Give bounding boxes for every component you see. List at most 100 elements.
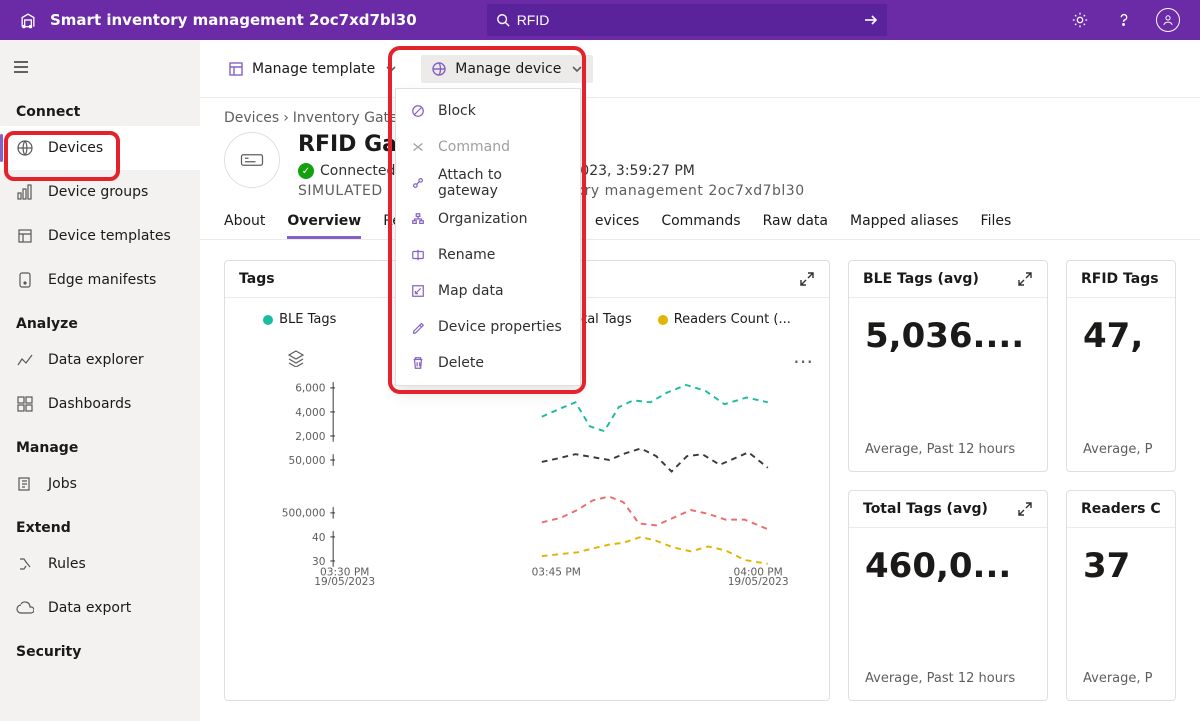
sidebar-item-label: Device groups bbox=[48, 184, 148, 200]
legend-readers[interactable]: Readers Count (... bbox=[658, 312, 791, 327]
rename-icon bbox=[410, 247, 426, 263]
dashboard-icon bbox=[16, 395, 34, 413]
menu-item-command: Command bbox=[396, 129, 580, 165]
chart-icon bbox=[16, 183, 34, 201]
attach-icon bbox=[410, 175, 426, 191]
svg-text:500,000: 500,000 bbox=[282, 508, 326, 520]
explore-icon bbox=[16, 351, 34, 369]
manage-template-label: Manage template bbox=[252, 61, 375, 77]
chevron-down-icon bbox=[571, 63, 583, 75]
sidebar-item-dashboards[interactable]: Dashboards bbox=[0, 382, 200, 426]
org-icon bbox=[410, 211, 426, 227]
kpi-value: 47, bbox=[1067, 298, 1175, 360]
nav-heading-security: Security bbox=[0, 630, 200, 666]
menu-item-block[interactable]: Block bbox=[396, 93, 580, 129]
sidebar-item-label: Data explorer bbox=[48, 352, 144, 368]
tab-rawdata[interactable]: Raw data bbox=[763, 213, 828, 239]
sidebar-item-edge-manifests[interactable]: Edge manifests bbox=[0, 258, 200, 302]
breadcrumb-devices[interactable]: Devices bbox=[224, 110, 279, 126]
nav-heading-analyze: Analyze bbox=[0, 302, 200, 338]
sidebar-item-label: Rules bbox=[48, 556, 86, 572]
svg-text:19/05/2023: 19/05/2023 bbox=[314, 576, 375, 585]
tabs: About Overview Re evices Commands Raw da… bbox=[200, 199, 1200, 240]
props-icon bbox=[410, 319, 426, 335]
svg-text:50,000: 50,000 bbox=[288, 455, 325, 467]
top-header: Smart inventory management 2oc7xd7bl30 bbox=[0, 0, 1200, 40]
search-input[interactable] bbox=[511, 12, 863, 28]
svg-text:40: 40 bbox=[312, 532, 326, 544]
menu-item-map-data[interactable]: Map data bbox=[396, 273, 580, 309]
sidebar-item-label: Data export bbox=[48, 600, 131, 616]
export-icon bbox=[16, 599, 34, 617]
manage-device-menu: BlockCommandAttach to gatewayOrganizatio… bbox=[395, 88, 581, 386]
tab-overview[interactable]: Overview bbox=[287, 213, 361, 239]
tab-commands[interactable]: Commands bbox=[661, 213, 740, 239]
manage-device-label: Manage device bbox=[455, 61, 561, 77]
legend-ble[interactable]: BLE Tags bbox=[263, 312, 336, 327]
menu-item-attach-to-gateway[interactable]: Attach to gateway bbox=[396, 165, 580, 201]
device-thumbnail-icon bbox=[224, 132, 280, 188]
menu-item-device-properties[interactable]: Device properties bbox=[396, 309, 580, 345]
sidebar-item-data-explorer[interactable]: Data explorer bbox=[0, 338, 200, 382]
svg-text:4,000: 4,000 bbox=[295, 407, 326, 419]
tab-files[interactable]: Files bbox=[981, 213, 1012, 239]
nav-heading-extend: Extend bbox=[0, 506, 200, 542]
tab-devices[interactable]: evices bbox=[595, 213, 639, 239]
sidebar-item-device-groups[interactable]: Device groups bbox=[0, 170, 200, 214]
search-box[interactable] bbox=[487, 4, 887, 36]
globe-icon bbox=[16, 139, 34, 157]
expand-icon[interactable] bbox=[1017, 271, 1033, 287]
tile-title: RFID Tags bbox=[1081, 271, 1159, 287]
manage-device-button[interactable]: Manage device bbox=[421, 55, 593, 83]
device-simulated-label: SIMULATED bbox=[298, 183, 383, 199]
sidebar-item-label: Device templates bbox=[48, 228, 171, 244]
template-icon bbox=[228, 61, 244, 77]
sidebar-item-device-templates[interactable]: Device templates bbox=[0, 214, 200, 258]
avatar[interactable] bbox=[1156, 8, 1180, 32]
main: Manage template Manage device Devices › … bbox=[200, 40, 1200, 721]
chevron-down-icon bbox=[385, 63, 397, 75]
rules-icon bbox=[16, 555, 34, 573]
device-icon bbox=[431, 61, 447, 77]
menu-item-delete[interactable]: Delete bbox=[396, 345, 580, 381]
tile-title: Tags bbox=[239, 271, 275, 287]
breadcrumb-gateway[interactable]: Inventory Gatew bbox=[293, 110, 409, 126]
sidebar: Connect Devices Device groups Device tem… bbox=[0, 40, 200, 721]
sidebar-item-devices[interactable]: Devices bbox=[0, 126, 200, 170]
sidebar-item-label: Jobs bbox=[48, 476, 77, 492]
manage-template-button[interactable]: Manage template bbox=[224, 55, 401, 83]
gear-icon[interactable] bbox=[1068, 8, 1092, 32]
sidebar-item-rules[interactable]: Rules bbox=[0, 542, 200, 586]
menu-item-rename[interactable]: Rename bbox=[396, 237, 580, 273]
template-icon bbox=[16, 227, 34, 245]
sidebar-item-label: Devices bbox=[48, 140, 103, 156]
tile-title: Total Tags (avg) bbox=[863, 501, 988, 517]
tab-about[interactable]: About bbox=[224, 213, 265, 239]
app-title: Smart inventory management 2oc7xd7bl30 bbox=[50, 11, 417, 29]
search-submit-icon[interactable] bbox=[863, 12, 879, 28]
menu-item-organization[interactable]: Organization bbox=[396, 201, 580, 237]
sidebar-item-data-export[interactable]: Data export bbox=[0, 586, 200, 630]
jobs-icon bbox=[16, 475, 34, 493]
kpi-value: 37 bbox=[1067, 528, 1175, 590]
kpi-value: 460,0... bbox=[849, 528, 1047, 590]
page-header: Devices › Inventory Gatew RFID Ga ✓ Conn… bbox=[200, 98, 1200, 199]
command-icon bbox=[410, 139, 426, 155]
kpi-footer: Average, Past 12 hours bbox=[849, 651, 1047, 700]
device-status-label: Connected bbox=[320, 163, 395, 179]
hamburger-icon[interactable] bbox=[0, 48, 200, 90]
nav-heading-connect: Connect bbox=[0, 90, 200, 126]
expand-icon[interactable] bbox=[799, 271, 815, 287]
help-icon[interactable] bbox=[1112, 8, 1136, 32]
search-icon bbox=[495, 12, 511, 28]
breadcrumb[interactable]: Devices › Inventory Gatew bbox=[224, 110, 1176, 126]
svg-text:6,000: 6,000 bbox=[295, 383, 326, 395]
kpi-footer: Average, Past 12 hours bbox=[849, 422, 1047, 471]
tile-readers-count: Readers C 37 Average, P bbox=[1066, 490, 1176, 702]
tile-total-tags: Total Tags (avg) 460,0... Average, Past … bbox=[848, 490, 1048, 702]
tab-mapped-aliases[interactable]: Mapped aliases bbox=[850, 213, 959, 239]
sidebar-item-jobs[interactable]: Jobs bbox=[0, 462, 200, 506]
expand-icon[interactable] bbox=[1017, 501, 1033, 517]
svg-text:2,000: 2,000 bbox=[295, 431, 326, 443]
tile-title: BLE Tags (avg) bbox=[863, 271, 979, 287]
